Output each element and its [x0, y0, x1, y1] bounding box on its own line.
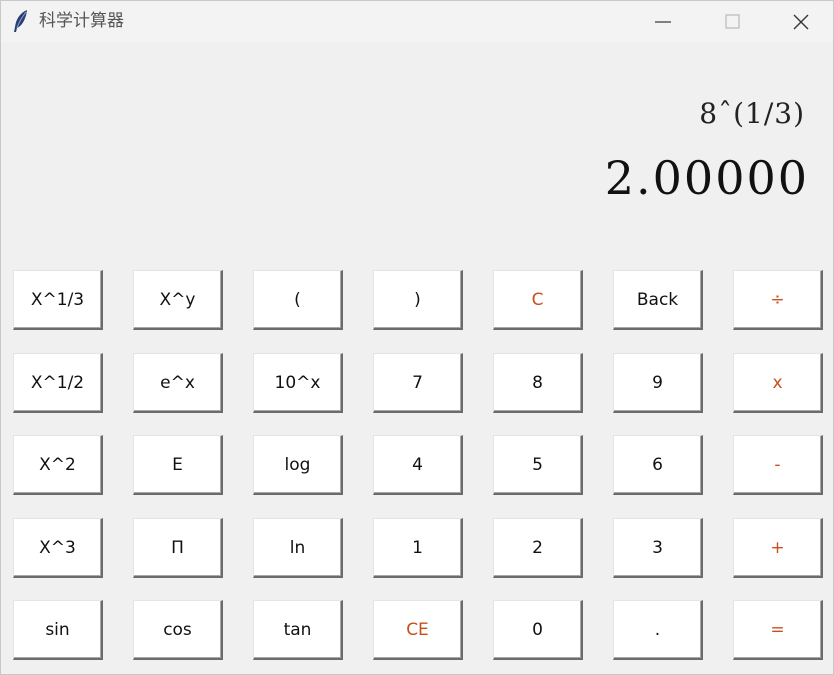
log-button[interactable]: log: [253, 435, 343, 495]
cube-root-button[interactable]: X^1/3: [13, 270, 103, 330]
close-button[interactable]: [767, 1, 834, 43]
square-button[interactable]: X^2: [13, 435, 103, 495]
ln-button[interactable]: ln: [253, 518, 343, 578]
window-title: 科学计算器: [39, 11, 124, 31]
expression-display: 8ˆ(1/3): [699, 97, 805, 130]
keypad: X^1/3 X^y () C Back ÷ X^1/2 e^x 10^x 7 8 9 x X^2 Elog 4…: [13, 270, 823, 662]
digit-1-button[interactable]: 1: [373, 518, 463, 578]
digit-4-button[interactable]: 4: [373, 435, 463, 495]
minimize-icon: [655, 21, 671, 23]
exp-button[interactable]: e^x: [133, 353, 223, 413]
cos-button[interactable]: cos: [133, 600, 223, 660]
digit-0-button[interactable]: 0: [493, 600, 583, 660]
multiply-button[interactable]: x: [733, 353, 823, 413]
pi-button[interactable]: Π: [133, 518, 223, 578]
square-root-button[interactable]: X^1/2: [13, 353, 103, 413]
close-icon: [793, 14, 809, 30]
digit-5-button[interactable]: 5: [493, 435, 583, 495]
euler-button[interactable]: E: [133, 435, 223, 495]
digit-9-button[interactable]: 9: [613, 353, 703, 413]
digit-7-button[interactable]: 7: [373, 353, 463, 413]
digit-2-button[interactable]: 2: [493, 518, 583, 578]
cube-button[interactable]: X^3: [13, 518, 103, 578]
add-button[interactable]: +: [733, 518, 823, 578]
open-paren-button[interactable]: (: [253, 270, 343, 330]
minimize-button[interactable]: [629, 1, 697, 43]
close-paren-button[interactable]: ): [373, 270, 463, 330]
power-button[interactable]: X^y: [133, 270, 223, 330]
feather-icon: [12, 9, 30, 33]
decimal-point-button[interactable]: .: [613, 600, 703, 660]
sin-button[interactable]: sin: [13, 600, 103, 660]
tan-button[interactable]: tan: [253, 600, 343, 660]
digit-3-button[interactable]: 3: [613, 518, 703, 578]
result-display: 2.00000: [604, 151, 809, 205]
subtract-button[interactable]: -: [733, 435, 823, 495]
clear-entry-button[interactable]: CE: [373, 600, 463, 660]
digit-8-button[interactable]: 8: [493, 353, 583, 413]
calculator-window: 科学计算器 8ˆ(1/3) 2.00000 X^1/3 X^y() C Back ÷ X^…: [0, 0, 834, 675]
title-bar[interactable]: 科学计算器: [1, 1, 833, 43]
maximize-icon: [725, 14, 740, 29]
divide-button[interactable]: ÷: [733, 270, 823, 330]
clear-button[interactable]: C: [493, 270, 583, 330]
ten-power-button[interactable]: 10^x: [253, 353, 343, 413]
backspace-button[interactable]: Back: [613, 270, 703, 330]
digit-6-button[interactable]: 6: [613, 435, 703, 495]
maximize-button[interactable]: [699, 1, 767, 43]
equals-button[interactable]: =: [733, 600, 823, 660]
